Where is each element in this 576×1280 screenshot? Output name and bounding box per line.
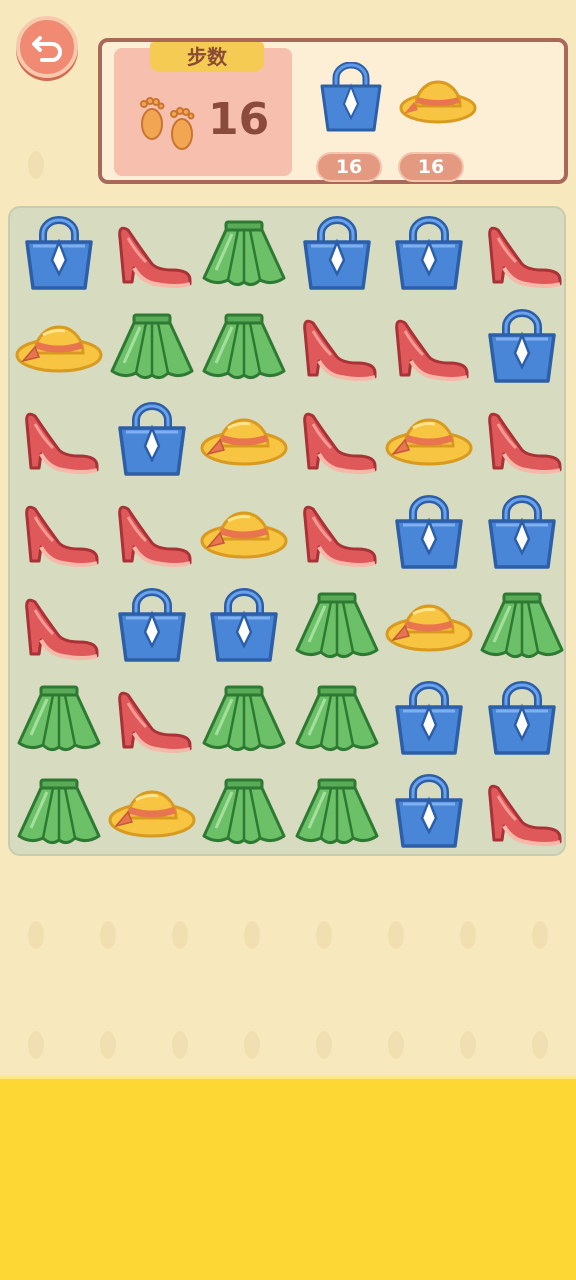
- high-heel-icon: [106, 208, 198, 304]
- tile-bag-r6-c5[interactable]: [383, 673, 475, 765]
- high-heel-icon: [476, 208, 568, 304]
- bottom-bar: [0, 1075, 576, 1280]
- tile-heel-r6-c2[interactable]: [106, 673, 198, 765]
- handbag-icon: [383, 208, 475, 304]
- tile-heel-r2-c5[interactable]: [383, 301, 475, 393]
- tile-skirt-r7-c1[interactable]: [13, 766, 105, 858]
- skirt-icon: [291, 673, 383, 769]
- tile-bag-r1-c1[interactable]: [13, 208, 105, 300]
- high-heel-icon: [476, 766, 568, 862]
- tile-bag-r2-c6[interactable]: [476, 301, 568, 393]
- tile-heel-r1-c2[interactable]: [106, 208, 198, 300]
- handbag-icon: [320, 62, 382, 132]
- tile-skirt-r5-c6[interactable]: [476, 580, 568, 672]
- skirt-icon: [106, 301, 198, 397]
- high-heel-icon: [106, 487, 198, 583]
- handbag-icon: [476, 301, 568, 397]
- tile-bag-r7-c5[interactable]: [383, 766, 475, 858]
- sun-hat-icon: [383, 394, 475, 490]
- footprints-icon: [140, 97, 195, 150]
- tile-bag-r4-c6[interactable]: [476, 487, 568, 579]
- tile-heel-r2-c4[interactable]: [291, 301, 383, 393]
- tile-heel-r1-c6[interactable]: [476, 208, 568, 300]
- handbag-icon: [198, 580, 290, 676]
- skirt-icon: [198, 208, 290, 304]
- handbag-icon: [476, 487, 568, 583]
- steps-remaining: 16: [208, 94, 270, 145]
- handbag-icon: [383, 487, 475, 583]
- tile-heel-r7-c6[interactable]: [476, 766, 568, 858]
- tile-bag-r6-c6[interactable]: [476, 673, 568, 765]
- tile-heel-r3-c6[interactable]: [476, 394, 568, 486]
- handbag-icon: [383, 673, 475, 769]
- high-heel-icon: [13, 394, 105, 490]
- tile-skirt-r6-c4[interactable]: [291, 673, 383, 765]
- tile-heel-r4-c2[interactable]: [106, 487, 198, 579]
- tile-skirt-r2-c2[interactable]: [106, 301, 198, 393]
- tile-skirt-r2-c3[interactable]: [198, 301, 290, 393]
- status-panel: 步数 16 16 16: [98, 38, 568, 184]
- handbag-icon: [291, 208, 383, 304]
- tile-skirt-r6-c3[interactable]: [198, 673, 290, 765]
- handbag-icon: [13, 208, 105, 304]
- tile-heel-r5-c1[interactable]: [13, 580, 105, 672]
- tile-skirt-r7-c4[interactable]: [291, 766, 383, 858]
- tile-hat-r3-c5[interactable]: [383, 394, 475, 486]
- skirt-icon: [291, 766, 383, 862]
- high-heel-icon: [291, 394, 383, 490]
- high-heel-icon: [13, 487, 105, 583]
- handbag-icon: [106, 394, 198, 490]
- skirt-icon: [13, 766, 105, 862]
- tile-skirt-r6-c1[interactable]: [13, 673, 105, 765]
- tile-bag-r1-c4[interactable]: [291, 208, 383, 300]
- handbag-icon: [476, 673, 568, 769]
- sun-hat-icon: [13, 301, 105, 397]
- steps-label: 步数: [150, 42, 264, 72]
- tile-skirt-r1-c3[interactable]: [198, 208, 290, 300]
- back-button[interactable]: [16, 16, 78, 78]
- game-board: [8, 206, 566, 856]
- handbag-icon: [106, 580, 198, 676]
- tile-bag-r3-c2[interactable]: [106, 394, 198, 486]
- skirt-icon: [291, 580, 383, 676]
- skirt-icon: [476, 580, 568, 676]
- tile-bag-r1-c5[interactable]: [383, 208, 475, 300]
- goal-count-handbag: 16: [316, 152, 382, 182]
- high-heel-icon: [383, 301, 475, 397]
- high-heel-icon: [291, 487, 383, 583]
- sun-hat-icon: [399, 80, 477, 124]
- tile-bag-r5-c2[interactable]: [106, 580, 198, 672]
- tile-heel-r3-c4[interactable]: [291, 394, 383, 486]
- tile-heel-r4-c4[interactable]: [291, 487, 383, 579]
- high-heel-icon: [106, 673, 198, 769]
- handbag-icon: [383, 766, 475, 862]
- tile-heel-r4-c1[interactable]: [13, 487, 105, 579]
- tile-skirt-r5-c4[interactable]: [291, 580, 383, 672]
- skirt-icon: [13, 673, 105, 769]
- goal-sun-hat: 16: [392, 60, 477, 182]
- tile-hat-r7-c2[interactable]: [106, 766, 198, 858]
- high-heel-icon: [291, 301, 383, 397]
- tile-bag-r4-c5[interactable]: [383, 487, 475, 579]
- tile-hat-r4-c3[interactable]: [198, 487, 290, 579]
- high-heel-icon: [476, 394, 568, 490]
- tile-hat-r3-c3[interactable]: [198, 394, 290, 486]
- back-arrow-icon: [32, 36, 62, 62]
- tile-hat-r5-c5[interactable]: [383, 580, 475, 672]
- sun-hat-icon: [106, 766, 198, 862]
- skirt-icon: [198, 301, 290, 397]
- tile-heel-r3-c1[interactable]: [13, 394, 105, 486]
- tile-hat-r2-c1[interactable]: [13, 301, 105, 393]
- sun-hat-icon: [383, 580, 475, 676]
- sun-hat-icon: [198, 487, 290, 583]
- steps-card: 步数 16: [114, 42, 292, 176]
- tile-skirt-r7-c3[interactable]: [198, 766, 290, 858]
- goal-count-sun-hat: 16: [398, 152, 464, 182]
- tile-bag-r5-c3[interactable]: [198, 580, 290, 672]
- skirt-icon: [198, 766, 290, 862]
- sun-hat-icon: [198, 394, 290, 490]
- skirt-icon: [198, 673, 290, 769]
- high-heel-icon: [13, 580, 105, 676]
- goal-handbag: 16: [310, 60, 394, 182]
